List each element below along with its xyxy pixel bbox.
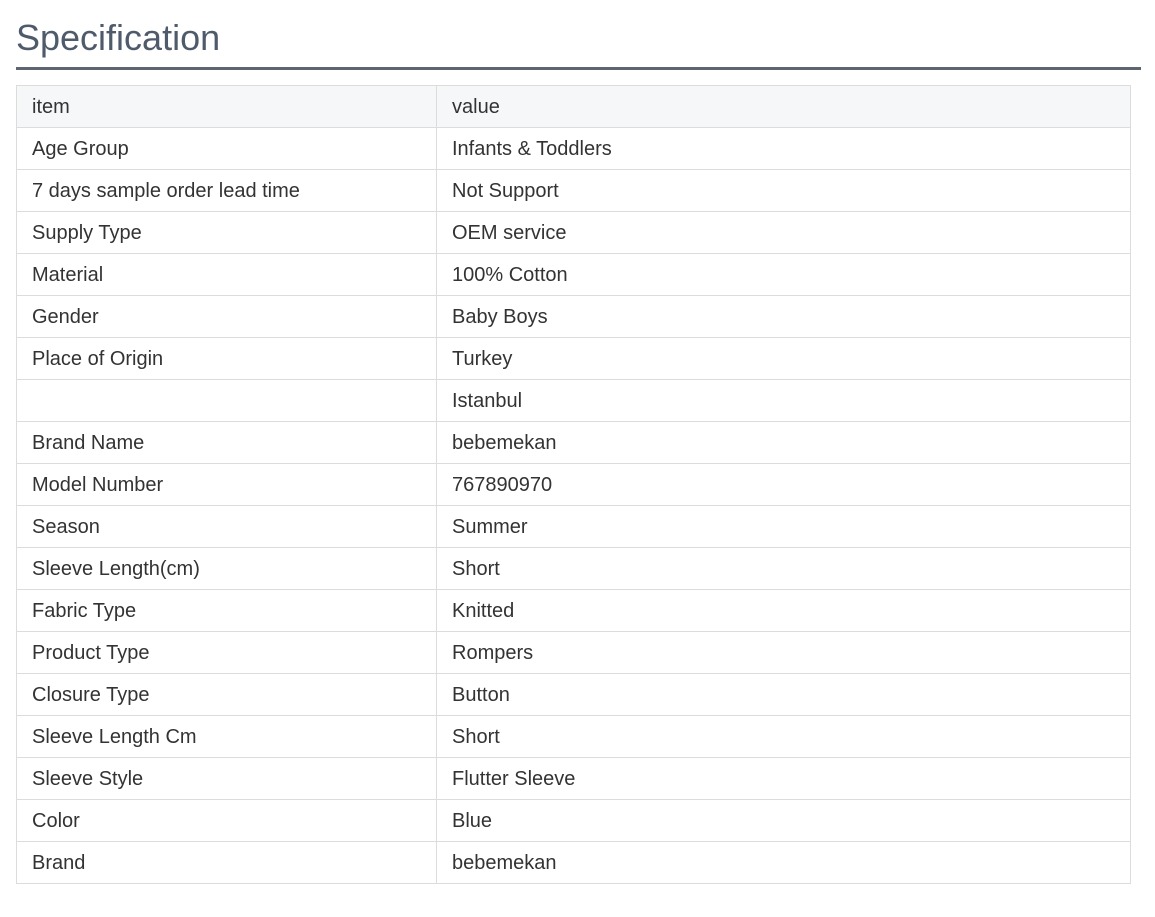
table-row: Color Blue [16,799,1131,842]
specification-table: item value Age Group Infants & Toddlers … [16,85,1131,884]
row-item: Model Number [16,463,437,506]
row-value: OEM service [436,211,1131,254]
row-item: Supply Type [16,211,437,254]
row-item: Brand Name [16,421,437,464]
table-row: Fabric Type Knitted [16,589,1131,632]
row-item: Sleeve Style [16,757,437,800]
row-item: Gender [16,295,437,338]
row-item [16,379,437,422]
row-value: Blue [436,799,1131,842]
row-item: Brand [16,841,437,884]
row-item: Color [16,799,437,842]
header-value: value [436,85,1131,128]
header-item: item [16,85,437,128]
table-row: Brand bebemekan [16,841,1131,884]
row-item: Place of Origin [16,337,437,380]
table-row: Sleeve Style Flutter Sleeve [16,757,1131,800]
row-value: Baby Boys [436,295,1131,338]
row-value: Not Support [436,169,1131,212]
table-row: Product Type Rompers [16,631,1131,674]
table-row: Sleeve Length Cm Short [16,715,1131,758]
table-header-row: item value [16,85,1131,128]
row-value: Flutter Sleeve [436,757,1131,800]
row-value: Rompers [436,631,1131,674]
row-item: Age Group [16,127,437,170]
table-row: Material 100% Cotton [16,253,1131,296]
table-row: Supply Type OEM service [16,211,1131,254]
table-row: Sleeve Length(cm) Short [16,547,1131,590]
row-item: Closure Type [16,673,437,716]
table-row: Brand Name bebemekan [16,421,1131,464]
row-value: Knitted [436,589,1131,632]
table-row: Gender Baby Boys [16,295,1131,338]
specification-section: Specification item value Age Group Infan… [16,0,1141,884]
row-value: Infants & Toddlers [436,127,1131,170]
row-value: Button [436,673,1131,716]
row-value: 767890970 [436,463,1131,506]
row-item: Sleeve Length Cm [16,715,437,758]
row-item: Product Type [16,631,437,674]
row-value: Summer [436,505,1131,548]
row-value: 100% Cotton [436,253,1131,296]
table-row: Place of Origin Turkey [16,337,1131,380]
row-value: Turkey [436,337,1131,380]
section-title: Specification [16,0,1141,70]
table-row: Model Number 767890970 [16,463,1131,506]
row-item: Material [16,253,437,296]
table-row: Season Summer [16,505,1131,548]
row-item: 7 days sample order lead time [16,169,437,212]
row-item: Fabric Type [16,589,437,632]
row-value: Short [436,547,1131,590]
row-value: bebemekan [436,421,1131,464]
row-value: Short [436,715,1131,758]
row-value: Istanbul [436,379,1131,422]
table-row: 7 days sample order lead time Not Suppor… [16,169,1131,212]
row-item: Season [16,505,437,548]
table-row: Istanbul [16,379,1131,422]
row-value: bebemekan [436,841,1131,884]
row-item: Sleeve Length(cm) [16,547,437,590]
table-row: Closure Type Button [16,673,1131,716]
table-row: Age Group Infants & Toddlers [16,127,1131,170]
